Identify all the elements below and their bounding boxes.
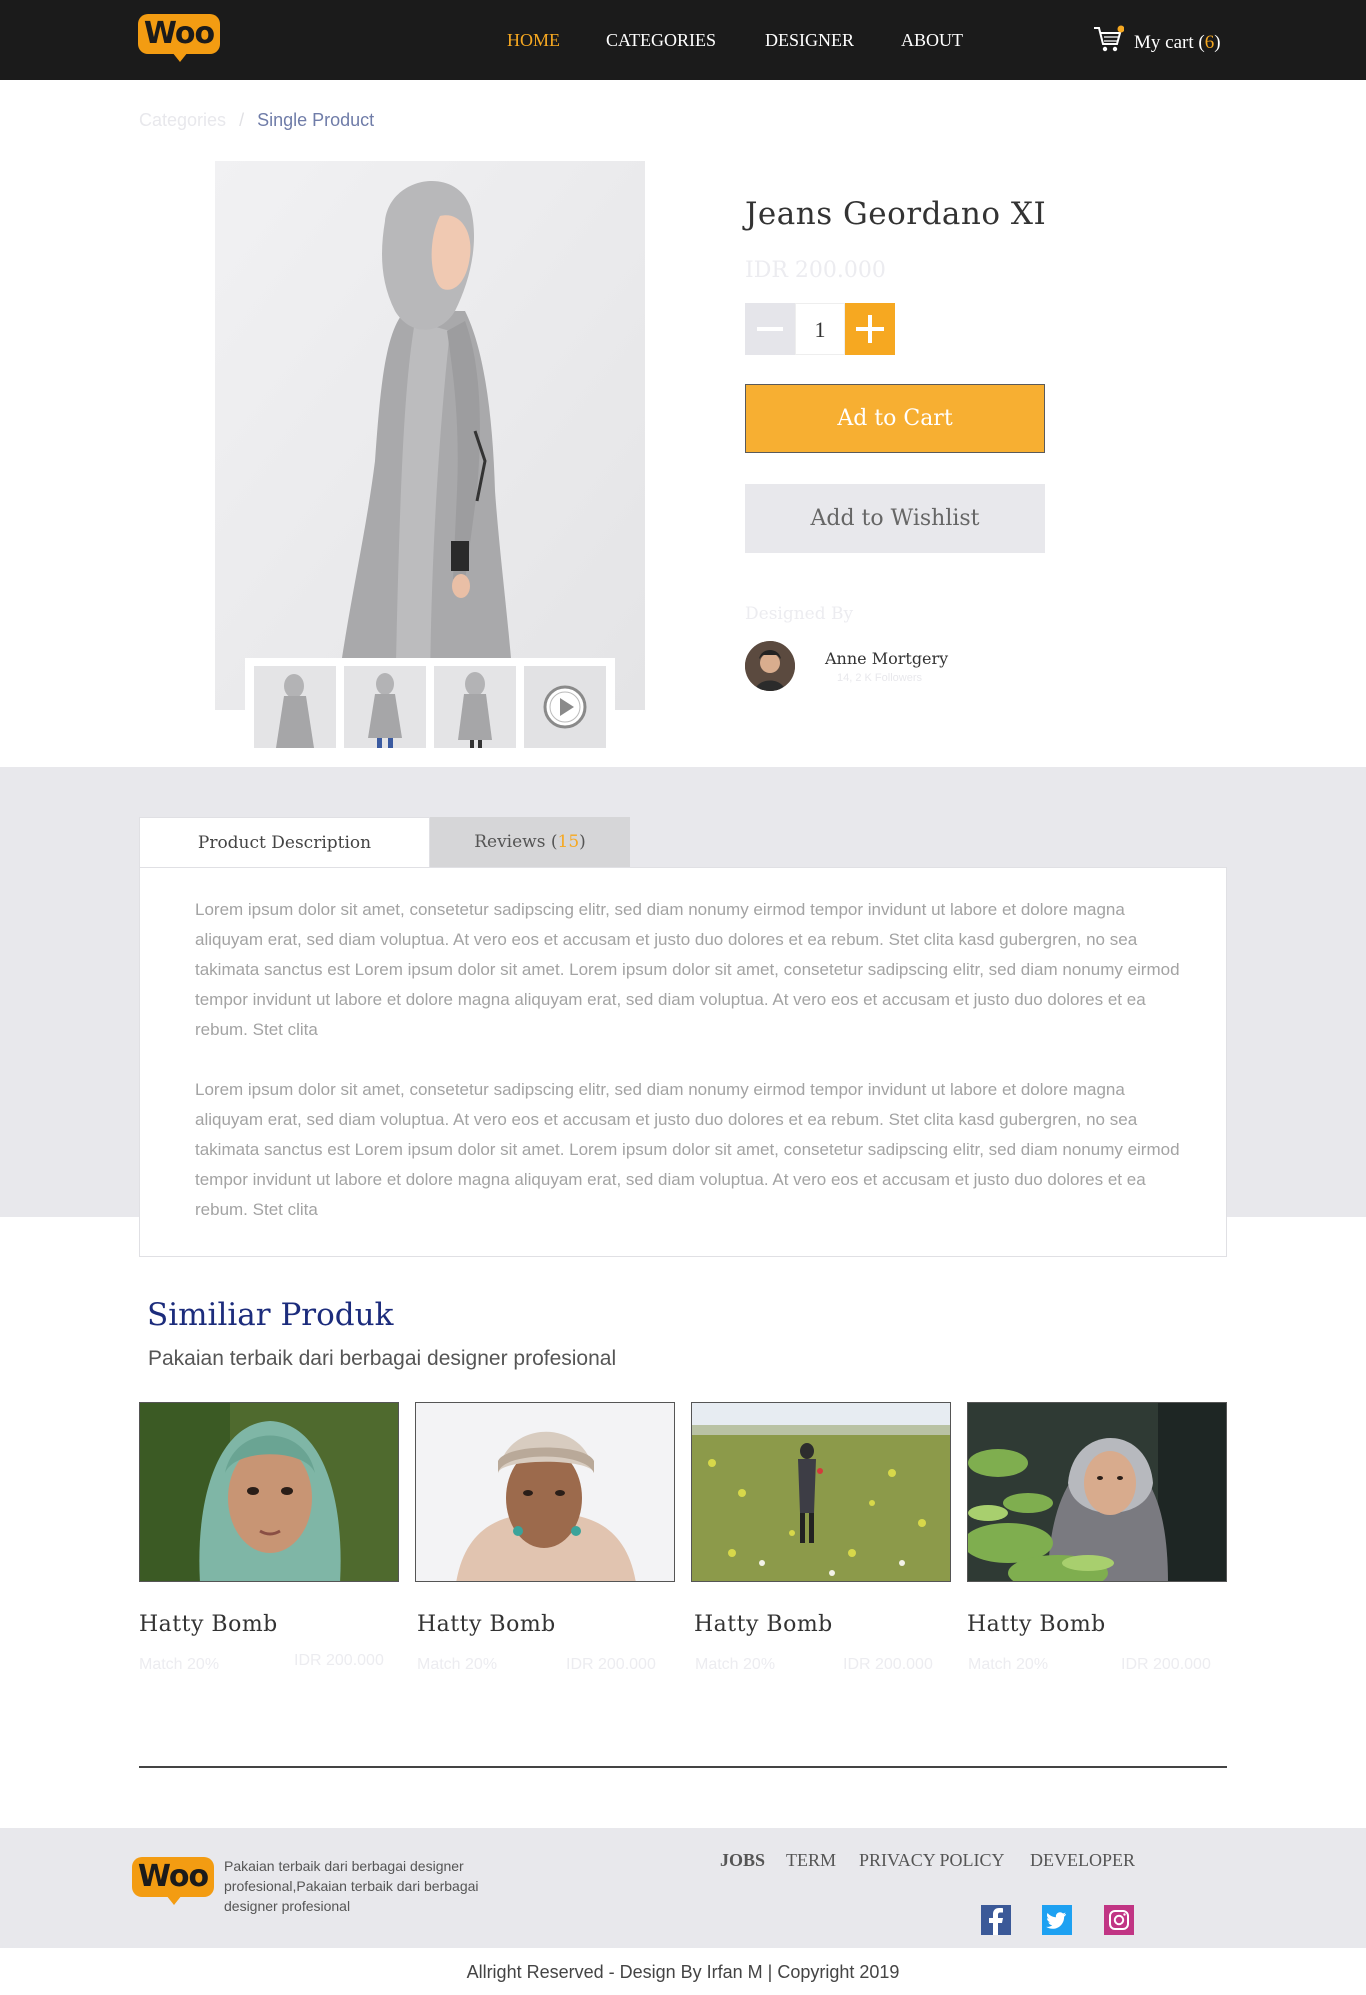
product-card-match-4: Match 20% [968, 1656, 1049, 1673]
thumbnail-3[interactable] [434, 666, 516, 748]
logo-tail [172, 52, 188, 62]
designer-followers: 14, 2 K Followers [837, 672, 922, 684]
tab-reviews-open: ( [550, 832, 558, 852]
product-card-image-3[interactable] [691, 1402, 951, 1582]
tab-reviews-close: ) [579, 832, 586, 852]
description-paragraph-2: Lorem ipsum dolor sit amet, consetetur s… [195, 1080, 1180, 1219]
nav-home[interactable]: HOME [507, 30, 560, 51]
cart-count: 6 [1204, 32, 1215, 53]
product-card-image-4[interactable] [967, 1402, 1227, 1582]
product-card-name-1[interactable]: Hatty Bomb [139, 1612, 278, 1637]
product-card-name-4[interactable]: Hatty Bomb [967, 1612, 1106, 1637]
section-divider [139, 1766, 1227, 1768]
quantity-decrease-button[interactable] [745, 303, 795, 355]
facebook-icon[interactable] [981, 1905, 1011, 1935]
breadcrumb-single-product[interactable]: Single Product [257, 110, 374, 130]
product-card-match-3: Match 20% [695, 1656, 776, 1673]
description-paragraph-1: Lorem ipsum dolor sit amet, consetetur s… [195, 900, 1180, 1039]
footer-link-privacy-policy[interactable]: PRIVACY POLICY [859, 1850, 1005, 1871]
add-to-wishlist-button[interactable]: Add to Wishlist [745, 484, 1045, 553]
thumbnail-strip [245, 658, 615, 758]
product-card-image-1[interactable] [139, 1402, 399, 1582]
product-title: Jeans Geordano XI [745, 196, 1047, 232]
quantity-field[interactable]: 1 [795, 303, 845, 355]
footer-link-developer[interactable]: DEVELOPER [1030, 1850, 1135, 1871]
woo-logo[interactable]: Woo [138, 14, 220, 62]
breadcrumb-separator: / [239, 110, 245, 130]
product-card-image-2[interactable] [415, 1402, 675, 1582]
product-card-match-1: Match 20% [139, 1656, 220, 1673]
video-thumbnail[interactable] [524, 666, 606, 748]
thumbnail-2[interactable] [344, 666, 426, 748]
product-price: IDR 200.000 [745, 258, 886, 283]
similar-products-subtitle: Pakaian terbaik dari berbagai designer p… [148, 1347, 617, 1370]
twitter-icon[interactable] [1042, 1905, 1072, 1935]
product-card-price-1: IDR 200.000 [294, 1652, 384, 1669]
reviews-count: 15 [557, 832, 580, 852]
add-to-cart-button[interactable]: Ad to Cart [745, 384, 1045, 453]
cart-label: My cart [1134, 32, 1194, 53]
breadcrumb: Categories / Single Product [139, 110, 374, 131]
product-card-name-3[interactable]: Hatty Bomb [694, 1612, 833, 1637]
product-card-name-2[interactable]: Hatty Bomb [417, 1612, 556, 1637]
model-figure [215, 161, 645, 710]
designed-by-label: Designed By [745, 604, 854, 624]
footer-tagline: Pakaian terbaik dari berbagai designer p… [224, 1858, 479, 1914]
similar-products-title: Similiar Produk [147, 1297, 394, 1333]
footer-logo-tail [166, 1895, 182, 1905]
footer-link-term[interactable]: TERM [786, 1850, 836, 1871]
designer-name[interactable]: Anne Mortgery [825, 649, 948, 668]
cart-icon [1094, 25, 1124, 52]
tab-product-description[interactable]: Product Description [139, 817, 430, 867]
instagram-icon[interactable] [1104, 1905, 1134, 1935]
play-icon [524, 666, 606, 748]
product-card-price-4: IDR 200.000 [1121, 1656, 1211, 1673]
nav-designer[interactable]: DESIGNER [765, 30, 854, 51]
footer-logo-text: Woo [132, 1857, 214, 1897]
tab-reviews[interactable]: Reviews (15) [430, 817, 630, 867]
breadcrumb-categories[interactable]: Categories [139, 110, 226, 130]
thumbnail-1[interactable] [254, 666, 336, 748]
product-card-match-2: Match 20% [417, 1656, 498, 1673]
top-navbar: Woo HOME CATEGORIES DESIGNER ABOUT My ca… [0, 0, 1366, 80]
product-main-image [215, 161, 645, 710]
quantity-increase-button[interactable] [845, 303, 895, 355]
nav-about[interactable]: ABOUT [901, 30, 963, 51]
copyright: Allright Reserved - Design By Irfan M | … [466, 1962, 900, 1982]
logo-text: Woo [138, 14, 220, 54]
designer-avatar[interactable] [745, 641, 795, 691]
product-card-price-3: IDR 200.000 [843, 1656, 933, 1673]
product-card-price-2: IDR 200.000 [566, 1656, 656, 1673]
nav-categories[interactable]: CATEGORIES [606, 30, 716, 51]
footer-woo-logo[interactable]: Woo [132, 1857, 214, 1907]
tab-reviews-label: Reviews [474, 832, 546, 852]
footer-link-jobs[interactable]: JOBS [720, 1850, 765, 1871]
cart-count-close: ) [1214, 32, 1221, 53]
